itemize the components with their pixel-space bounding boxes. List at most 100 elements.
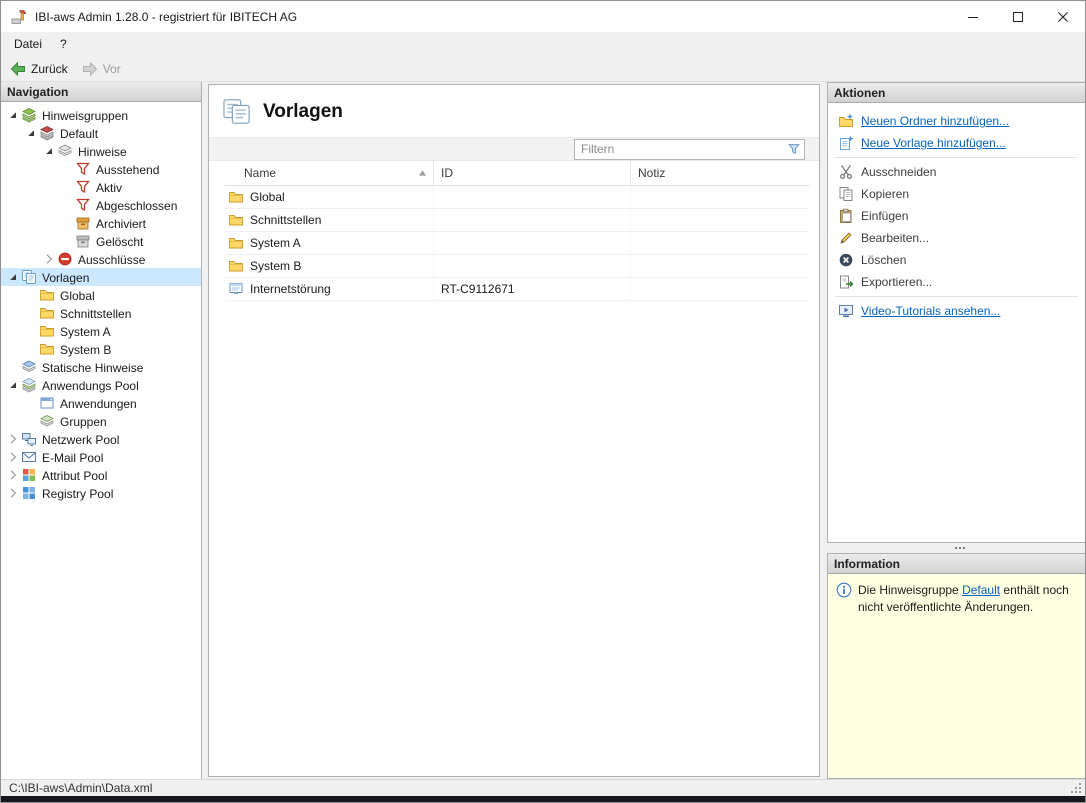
chevron-expanded-icon[interactable] (41, 143, 57, 159)
back-label: Zurück (31, 62, 68, 76)
minimize-icon (968, 12, 978, 22)
tree-item-aktiv[interactable]: Aktiv (1, 178, 201, 196)
action-l-schen[interactable]: Löschen (828, 249, 1085, 271)
filter-input[interactable] (575, 142, 784, 156)
filter-active-icon (75, 179, 91, 195)
column-header-name[interactable]: Name (225, 161, 434, 185)
table-row-global[interactable]: Global (225, 186, 809, 209)
chevron-expanded-icon[interactable] (5, 377, 21, 393)
action-neuen-ordner-hinzuf-gen[interactable]: Neuen Ordner hinzufügen... (828, 110, 1085, 132)
titlebar: IBI-aws Admin 1.28.0 - registriert für I… (1, 1, 1085, 32)
actions-header: Aktionen (828, 83, 1085, 103)
row-name-text: Global (250, 190, 285, 204)
chevron-expanded-icon[interactable] (23, 125, 39, 141)
taskbar-strip (1, 796, 1085, 802)
tree-item-vorlagen[interactable]: Vorlagen (1, 268, 201, 286)
action-bearbeiten[interactable]: Bearbeiten... (828, 227, 1085, 249)
close-icon (1058, 12, 1068, 22)
tree-item-schnittstellen[interactable]: Schnittstellen (1, 304, 201, 322)
tree-item-gel-scht[interactable]: Gelöscht (1, 232, 201, 250)
tree-item-netzwerk-pool[interactable]: Netzwerk Pool (1, 430, 201, 448)
tree-item-archiviert[interactable]: Archiviert (1, 214, 201, 232)
actions-panel: Aktionen Neuen Ordner hinzufügen... Neue … (827, 82, 1085, 543)
exclusions-icon (57, 251, 73, 267)
close-button[interactable] (1040, 1, 1085, 32)
tree-item-anwendungen[interactable]: Anwendungen (1, 394, 201, 412)
tree-item-e-mail-pool[interactable]: E-Mail Pool (1, 448, 201, 466)
tree-item-anwendungs-pool[interactable]: Anwendungs Pool (1, 376, 201, 394)
tree-item-global[interactable]: Global (1, 286, 201, 304)
tree-item-statische-hinweise[interactable]: Statische Hinweise (1, 358, 201, 376)
filter-funnel-icon[interactable] (784, 141, 804, 157)
action-exportieren[interactable]: Exportieren... (828, 271, 1085, 293)
tree-item-abgeschlossen[interactable]: Abgeschlossen (1, 196, 201, 214)
app-pool-icon (21, 377, 37, 393)
table-row-internetst-rung[interactable]: InternetstörungRT-C9112671 (225, 278, 809, 301)
table-header: NameIDNotiz (225, 161, 809, 186)
column-header-notiz[interactable]: Notiz (631, 161, 809, 185)
cell-name: System A (225, 232, 434, 254)
actions-list: Neuen Ordner hinzufügen... Neue Vorlage h… (828, 103, 1085, 542)
menu-datei[interactable]: Datei (5, 33, 51, 55)
tree-item-hinweise[interactable]: Hinweise (1, 142, 201, 160)
tree-item-registry-pool[interactable]: Registry Pool (1, 484, 201, 502)
row-name-text: Internetstörung (250, 282, 331, 296)
folder-icon (39, 341, 55, 357)
main-panel: Vorlagen NameIDNotiz GlobalSchnittstelle… (208, 84, 820, 777)
action-video-tutorials-ansehen[interactable]: Video-Tutorials ansehen... (828, 300, 1085, 322)
tree-item-hinweisgruppen[interactable]: Hinweisgruppen (1, 106, 201, 124)
folder-icon (39, 323, 55, 339)
back-button[interactable]: Zurück (5, 59, 77, 79)
tree-item-default[interactable]: Default (1, 124, 201, 142)
table-row-system-b[interactable]: System B (225, 255, 809, 278)
tree-item-label: Schnittstellen (60, 306, 131, 321)
action-einf-gen[interactable]: Einfügen (828, 205, 1085, 227)
chevron-collapsed-icon[interactable] (5, 485, 21, 501)
tree-item-system-a[interactable]: System A (1, 322, 201, 340)
tree-item-label: Abgeschlossen (96, 198, 177, 213)
folder-icon (228, 189, 244, 205)
column-header-id[interactable]: ID (434, 161, 631, 185)
tree-item-label: System B (60, 342, 111, 357)
expander-spacer (59, 215, 75, 231)
action-neue-vorlage-hinzuf-gen[interactable]: Neue Vorlage hinzufügen... (828, 132, 1085, 154)
message-prefix: Die Hinweisgruppe (858, 583, 962, 597)
cell-id (434, 255, 631, 277)
sort-asc-icon (418, 169, 427, 177)
action-ausschneiden[interactable]: Ausschneiden (828, 161, 1085, 183)
chevron-expanded-icon[interactable] (5, 107, 21, 123)
action-label: Einfügen (861, 209, 908, 223)
tree-item-label: Statische Hinweise (42, 360, 143, 375)
action-label: Neuen Ordner hinzufügen... (861, 114, 1009, 128)
resize-grip-icon[interactable] (1071, 783, 1083, 795)
templates-table: NameIDNotiz Global SchnittstellenSystem A… (225, 161, 809, 301)
menu-help[interactable]: ? (51, 33, 76, 55)
splitter-grip-icon (955, 547, 957, 549)
action-kopieren[interactable]: Kopieren (828, 183, 1085, 205)
tree-item-gruppen[interactable]: Gruppen (1, 412, 201, 430)
statusbar-path: C:\IBI-aws\Admin\Data.xml (9, 781, 152, 795)
maximize-button[interactable] (995, 1, 1040, 32)
expander-spacer (5, 359, 21, 375)
chevron-collapsed-icon[interactable] (5, 449, 21, 465)
tree-item-attribut-pool[interactable]: Attribut Pool (1, 466, 201, 484)
tree-item-ausschl-sse[interactable]: Ausschlüsse (1, 250, 201, 268)
templates-page-icon (222, 98, 252, 125)
tree-item-system-b[interactable]: System B (1, 340, 201, 358)
cell-notiz (631, 278, 809, 300)
table-row-system-a[interactable]: System A (225, 232, 809, 255)
tree-item-label: Aktiv (96, 180, 122, 195)
app-window: IBI-aws Admin 1.28.0 - registriert für I… (0, 0, 1086, 803)
chevron-collapsed-icon[interactable] (5, 467, 21, 483)
minimize-button[interactable] (950, 1, 995, 32)
chevron-collapsed-icon[interactable] (41, 251, 57, 267)
expander-spacer (23, 413, 39, 429)
table-row-schnittstellen[interactable]: Schnittstellen (225, 209, 809, 232)
default-group-link[interactable]: Default (962, 583, 1000, 597)
chevron-collapsed-icon[interactable] (5, 431, 21, 447)
tree-item-ausstehend[interactable]: Ausstehend (1, 160, 201, 178)
forward-button[interactable]: Vor (77, 59, 130, 79)
panel-splitter[interactable] (827, 543, 1085, 553)
chevron-expanded-icon[interactable] (5, 269, 21, 285)
cut-icon (838, 164, 854, 180)
